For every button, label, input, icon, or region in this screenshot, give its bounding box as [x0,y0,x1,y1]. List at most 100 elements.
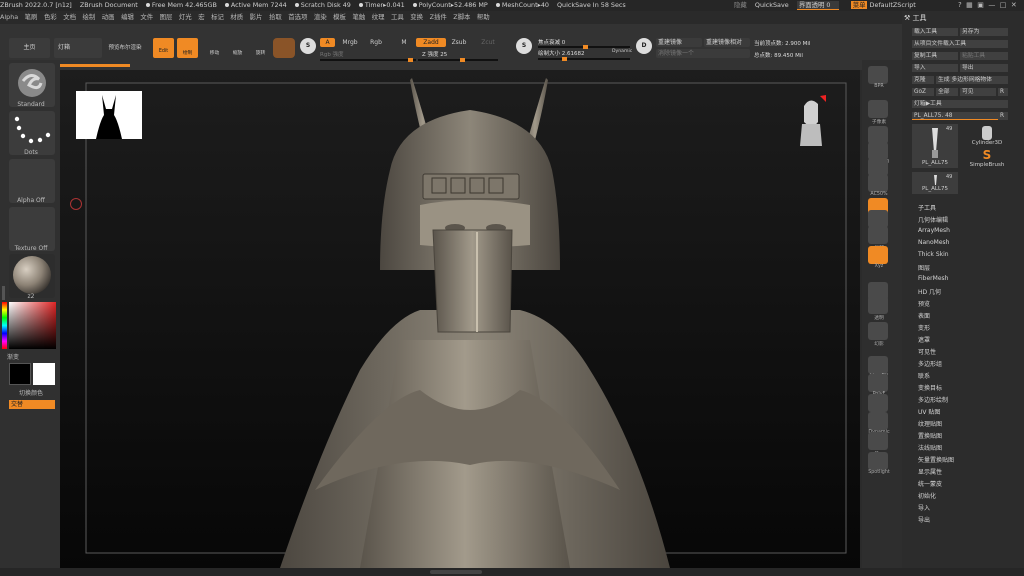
clone-button[interactable]: 克隆 [912,76,934,84]
tool-thumb-pl-all75-2[interactable]: 49 PL_ALL75 [912,172,958,194]
menu-item[interactable]: Alpha [0,13,18,21]
subpalette-item[interactable]: 导入 [918,503,930,512]
a-toggle[interactable]: A [320,38,335,47]
tool-thumb-simplebrush[interactable]: S SimpleBrush [964,148,1010,170]
make-polymesh-button[interactable]: 生成 多边形网格物体 [936,76,1008,84]
main-color-swatch[interactable] [33,363,55,385]
scale-button[interactable]: 缩放 [227,38,248,58]
shelf-button[interactable] [868,226,888,244]
menu-item[interactable]: Z脚本 [453,13,470,21]
load-tool-button[interactable]: 载入工具 [912,28,958,36]
subpalette-item[interactable]: 初始化 [918,491,936,500]
menu-item[interactable]: 笔刷 [25,13,38,21]
rgb-intensity-handle[interactable] [408,58,413,62]
quicksave-button[interactable]: QuickSave [755,1,789,9]
menu-item[interactable]: 笔触 [352,13,365,21]
preview-render-button[interactable]: 预览布尔渲染 [104,38,146,58]
subpalette-item[interactable]: 显示属性 [918,467,942,476]
r-button-2[interactable]: R [998,112,1008,120]
z-intensity-handle[interactable] [460,58,465,62]
subpalette-item[interactable]: NanoMesh [918,239,949,246]
hue-strip[interactable] [2,302,7,349]
shelf-button[interactable] [868,432,888,450]
draw-size-slider[interactable] [538,57,630,61]
mirror-weld-button[interactable]: 重建镜像 [656,38,702,47]
subpalette-item[interactable]: 导出 [918,515,930,524]
m-toggle[interactable]: M [398,38,410,47]
z-intensity-slider[interactable] [418,58,498,62]
save-as-button[interactable]: 另存为 [960,28,1008,36]
draw-size-handle[interactable] [562,57,567,61]
shelf-button[interactable] [868,374,888,392]
focal-shift-slider[interactable] [538,45,630,49]
menu-item[interactable]: 标记 [211,13,224,21]
shelf-button[interactable] [868,100,888,118]
mirror-next-button[interactable]: 消除镜像一个 [656,49,750,58]
menu-item[interactable]: 动画 [102,13,115,21]
edit-button[interactable]: Edit [153,38,174,58]
hide-button[interactable]: 隐藏 [734,1,747,9]
home-button[interactable]: 主页 [9,38,50,58]
export-button[interactable]: 导出 [960,64,1008,72]
shelf-button[interactable] [868,452,888,470]
subpalette-item[interactable]: 子工具 [918,203,936,212]
subpalette-item[interactable]: UV 贴图 [918,407,940,416]
menu-item[interactable]: 图层 [160,13,173,21]
menu-item[interactable]: 帮助 [477,13,490,21]
subpalette-item[interactable]: 变形 [918,323,930,332]
menu-item[interactable]: 首选项 [288,13,307,21]
menu-item[interactable]: 编辑 [121,13,134,21]
visible-button[interactable]: 可见 [960,88,996,96]
menu-item[interactable]: 模板 [333,13,346,21]
palette-icon[interactable]: ▣ [977,1,984,9]
subpalette-item[interactable]: FiberMesh [918,275,948,282]
subpalette-item[interactable]: 多边形组 [918,359,942,368]
subpalette-item[interactable]: ArrayMesh [918,227,950,234]
menu-item[interactable]: 灯光 [179,13,192,21]
lightbox-tools-button[interactable]: 灯箱▶工具 [912,100,1008,108]
subpalette-item[interactable]: 表面 [918,311,930,320]
import-button[interactable]: 导入 [912,64,958,72]
subpalette-item[interactable]: 联系 [918,371,930,380]
shelf-button[interactable] [868,246,888,264]
draw-button[interactable]: 绘制 [177,38,198,58]
lightbox-button[interactable]: 灯箱 [54,38,102,58]
zcut-toggle[interactable]: Zcut [478,38,498,47]
subpalette-item[interactable]: HD 几何 [918,287,941,296]
minimize-icon[interactable]: — [988,1,995,9]
menu-item[interactable]: 影片 [250,13,263,21]
reference-thumbnail[interactable] [76,91,142,139]
menu-item[interactable]: 工具 [391,13,404,21]
dynamic-toggle[interactable]: Dynamic [612,49,632,54]
r-button[interactable]: R [998,88,1008,96]
subpalette-item[interactable]: Thick Skin [918,251,949,258]
shelf-button[interactable] [868,394,888,412]
subpalette-item[interactable]: 置换贴图 [918,431,942,440]
shelf-button[interactable] [868,296,888,314]
subpalette-item[interactable]: 图层 [918,263,930,272]
menu-item[interactable]: 绘制 [83,13,96,21]
menu-item[interactable]: Z插件 [430,13,447,21]
tool-thumb-cylinder3d[interactable]: Cylinder3D [964,124,1010,148]
subpalette-item[interactable]: 矢量置换贴图 [918,455,954,464]
menu-item[interactable]: 纹理 [372,13,385,21]
navigation-gizmo[interactable] [796,94,844,154]
subpalette-item[interactable]: 几何体编辑 [918,215,948,224]
subpalette-item[interactable]: 法线贴图 [918,443,942,452]
transparency-slider[interactable]: 界面透明 0 [796,1,839,10]
switch-color-label[interactable]: 切换颜色 [0,388,62,397]
current-tool-slider[interactable]: PL_ALL75. 48 [912,112,998,120]
menu-item[interactable]: 色彩 [44,13,57,21]
mirror-d-icon[interactable]: D [636,38,652,54]
shelf-button[interactable] [868,66,888,84]
shelf-button[interactable] [868,356,888,374]
tool-thumb-pl-all75[interactable]: 49 PL_ALL75 [912,124,958,168]
zadd-toggle[interactable]: Zadd [416,38,446,47]
subpalette-item[interactable]: 预览 [918,299,930,308]
mrgb-toggle[interactable]: Mrgb [337,38,363,47]
rgb-intensity-slider[interactable] [320,58,416,62]
mirror-weld-relative-button[interactable]: 重建镜像相对 [704,38,750,47]
menu-item[interactable]: 宏 [198,13,204,21]
help-icon[interactable]: ? [958,1,962,9]
menu-item[interactable]: 文档 [63,13,76,21]
